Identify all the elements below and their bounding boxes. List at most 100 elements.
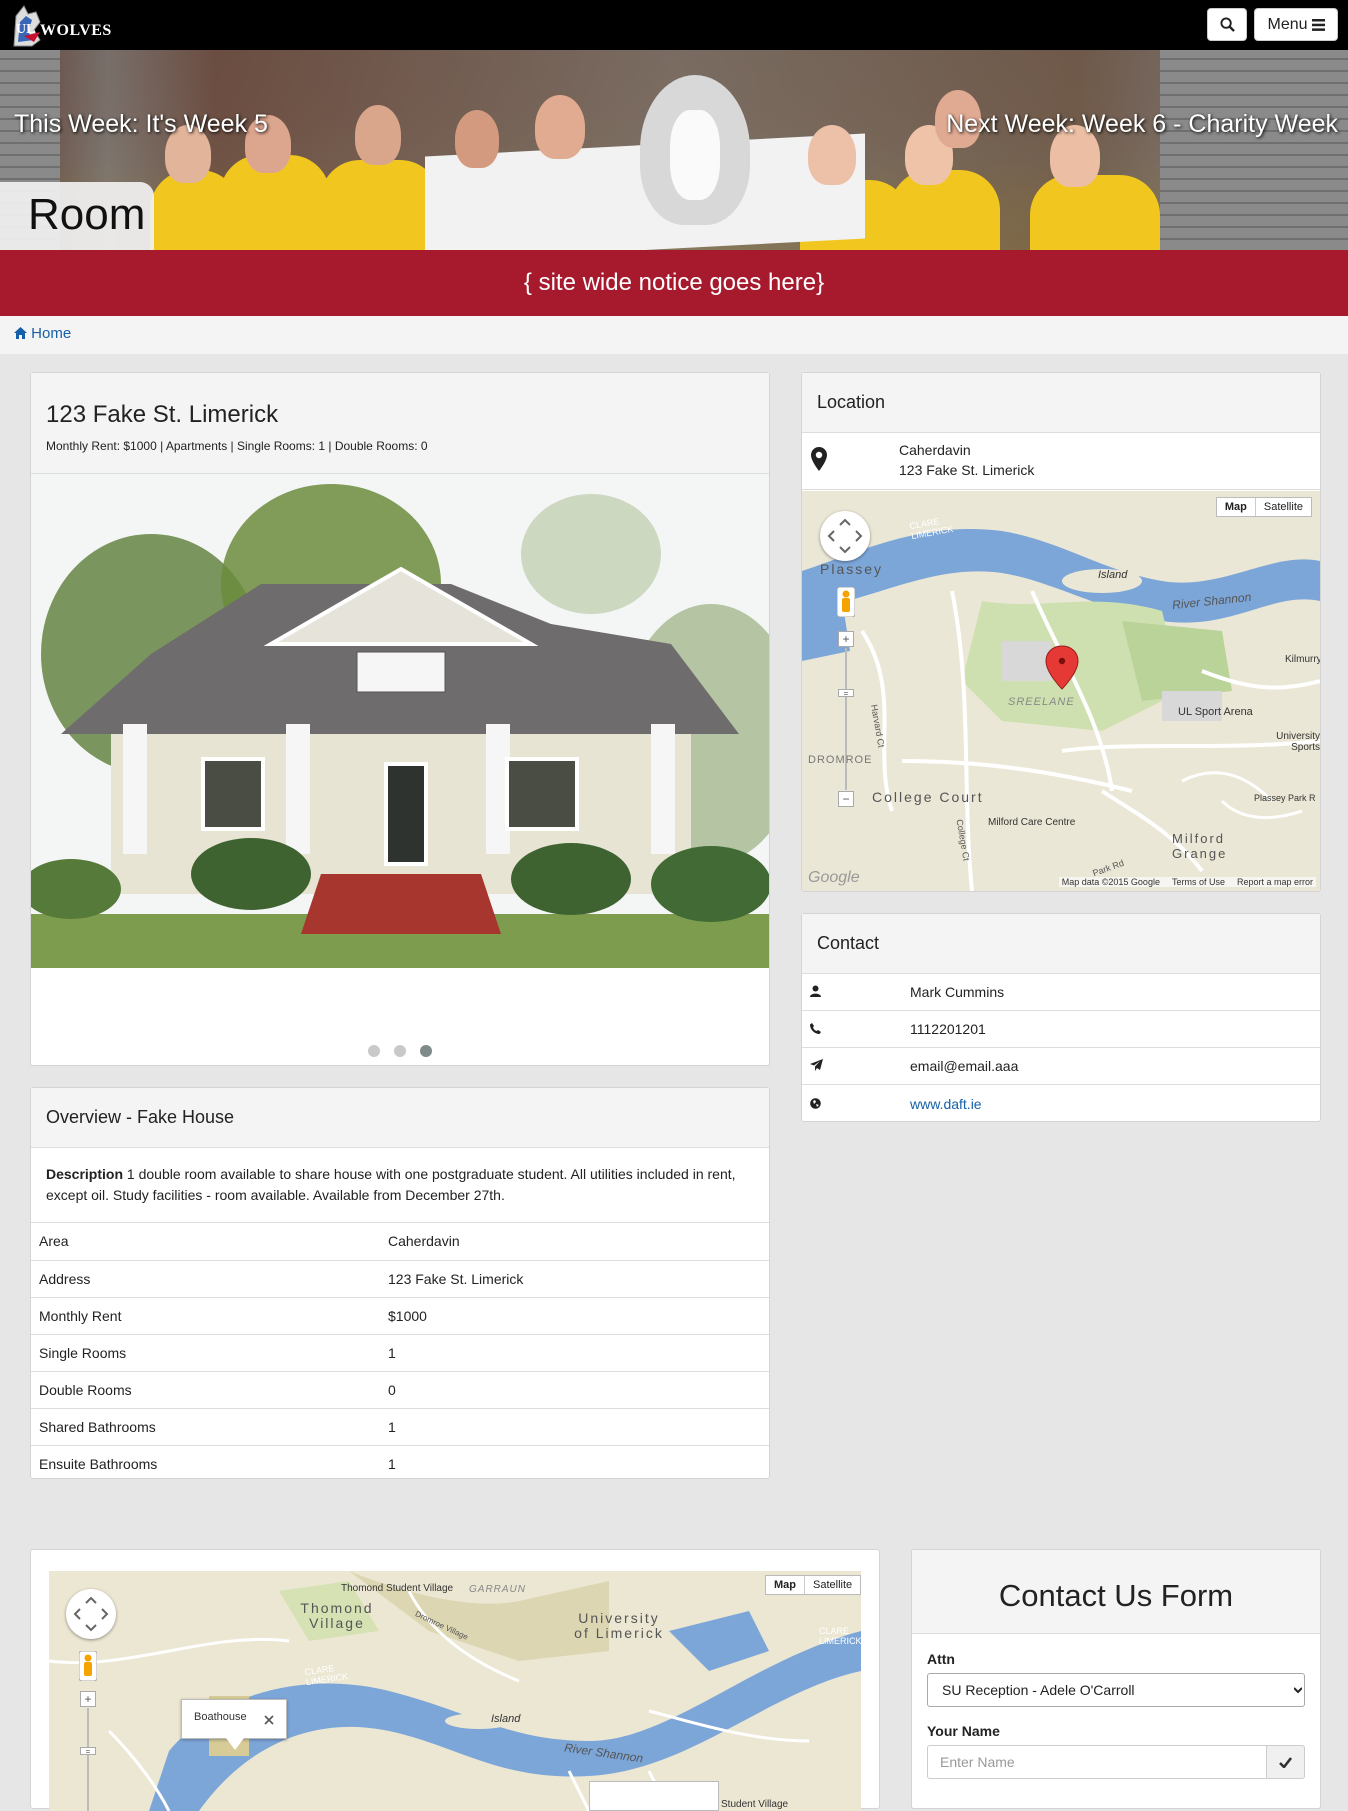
map-label: UL Sport Arena [1178,706,1253,718]
close-icon[interactable] [264,1715,274,1725]
breadcrumb-home-label: Home [31,325,72,342]
hero-banner: This Week: It's Week 5 Next Week: Week 6… [0,50,1348,250]
overview-row: Ensuite Bathrooms 1 [31,1445,769,1482]
name-input-placeholder: Enter Name [940,1754,1015,1770]
contact-web-link[interactable]: www.daft.ie [910,1096,982,1112]
your-name-label: Your Name [927,1723,1000,1739]
map-label: Plassey [820,561,884,577]
map-popup-text: Boathouse [194,1711,247,1723]
map-label: Plassey Park R [1254,793,1316,803]
location-heading: Location [817,392,886,412]
area-map-zoom-slider[interactable] [87,1708,89,1811]
checkmark-icon [1279,1756,1292,1768]
carousel-dot-2[interactable] [394,1045,406,1057]
carousel-dot-1[interactable] [368,1045,380,1057]
map-terms-link[interactable]: Terms of Use [1172,877,1225,887]
contact-web-row: www.daft.ie [802,1085,1320,1122]
search-icon [1219,17,1235,32]
description-text: 1 double room available to share house w… [46,1166,736,1203]
user-icon [810,985,821,997]
overview-row: Area Caherdavin [31,1223,769,1261]
next-week-text: Next Week: Week 6 - Charity Week [946,110,1338,138]
map-zoom-out[interactable]: − [838,791,854,807]
area-map-type-satellite-button[interactable]: Satellite [804,1576,860,1594]
overview-row-value: 1 [380,1408,769,1446]
area-map-type-control: Map Satellite [765,1575,861,1595]
map-data-text: Map data ©2015 Google [1061,877,1160,887]
map-zoom-in[interactable]: + [838,631,854,647]
globe-icon [810,1097,821,1109]
location-panel: Location Caherdavin 123 Fake St. Limeric… [801,372,1321,892]
pan-arrows-icon [73,1596,109,1632]
search-button[interactable] [1207,8,1247,41]
map-report-link[interactable]: Report a map error [1237,877,1313,887]
area-map-zoom-in[interactable]: + [80,1691,96,1707]
map-label: University Sports [1276,731,1320,753]
overview-row-label: Area [31,1223,380,1261]
overview-row-label: Ensuite Bathrooms [39,1455,158,1472]
contact-email[interactable]: email@email.aaa [910,1058,1018,1074]
map-popup: Boathouse [181,1699,287,1750]
area-map-pan-control[interactable] [66,1589,116,1639]
overview-row: Shared Bathrooms 1 [31,1408,769,1446]
map-popup-secondary [589,1781,719,1811]
overview-row-label: Monthly Rent [31,1297,380,1335]
phone-icon [810,1023,821,1034]
overview-description: Description 1 double room available to s… [31,1148,769,1223]
map-attribution: Map data ©2015 Google Terms of Use Repor… [1058,877,1316,887]
area-map-canvas [49,1571,861,1811]
house-photo[interactable] [31,474,769,968]
map-pan-control[interactable] [820,511,870,561]
listing-title: 123 Fake St. Limerick [46,401,279,428]
overview-row-value: $1000 [380,1297,769,1335]
listing-panel: 123 Fake St. Limerick Monthly Rent: $100… [30,372,770,1066]
map-label: Thomond Village [300,1600,374,1631]
area-map-type-map-button[interactable]: Map [766,1576,804,1594]
top-navbar: UL WOLVES Menu [0,0,1348,50]
map-zoom-slider[interactable] [845,648,847,790]
logo-ul-text: UL [16,22,36,37]
map-label: CLARE LIMERICK [819,1626,861,1646]
menu-button[interactable]: Menu [1254,8,1338,41]
overview-table: Area Caherdavin Address 123 Fake St. Limeri… [31,1223,769,1482]
attn-select[interactable]: SU Reception - Adele O'Carroll [927,1673,1305,1707]
area-map[interactable]: + = Map Satellite Thomond Student Villag… [49,1571,861,1811]
attn-label: Attn [927,1651,955,1667]
map-type-control: Map Satellite [1215,497,1312,517]
map-label: Kilmurry [1285,654,1320,665]
map-label: Milford Care Centre [988,817,1076,828]
map-type-satellite-button[interactable]: Satellite [1254,498,1311,516]
location-map[interactable]: + = − Map Satellite Plassey Island River… [802,491,1320,891]
map-label: Thomond Student Village [341,1583,454,1594]
contact-form-title: Contact Us Form [998,1578,1234,1613]
google-logo: Google [808,869,860,886]
overview-heading: Overview - Fake House [46,1107,235,1127]
map-label: DROMROE [808,754,873,766]
contact-heading: Contact [817,933,880,953]
map-label: Island [491,1713,521,1725]
map-type-map-button[interactable]: Map [1217,498,1255,516]
map-zoom-handle[interactable]: = [838,689,854,698]
contact-header: Contact [802,914,1320,974]
overview-row-value: Caherdavin [380,1223,769,1261]
map-marker-icon [811,447,827,471]
location-area: Caherdavin [899,442,971,458]
overview-row-label: Single Rooms [31,1334,380,1372]
pan-arrows-icon [827,518,863,554]
listing-subtitle: Monthly Rent: $1000 | Apartments | Singl… [46,439,428,453]
overview-row-label: Shared Bathrooms [31,1408,380,1446]
overview-row: Double Rooms 0 [31,1371,769,1409]
pegman-icon[interactable] [837,587,855,617]
site-notice: { site wide notice goes here} [0,250,1348,316]
pegman-icon[interactable] [79,1651,97,1681]
overview-row-label: Address [31,1260,380,1298]
breadcrumb-home-link[interactable]: Home [14,325,71,342]
carousel-dot-3[interactable] [420,1045,432,1057]
map-label: SREELANE [1008,696,1075,708]
overview-row-value: 1 [388,1455,396,1472]
area-map-zoom-handle[interactable]: = [80,1747,96,1756]
paper-plane-icon [810,1059,823,1071]
name-input[interactable]: Enter Name [927,1745,1267,1779]
map-label: Student Village [721,1799,789,1810]
location-header: Location [802,373,1320,433]
